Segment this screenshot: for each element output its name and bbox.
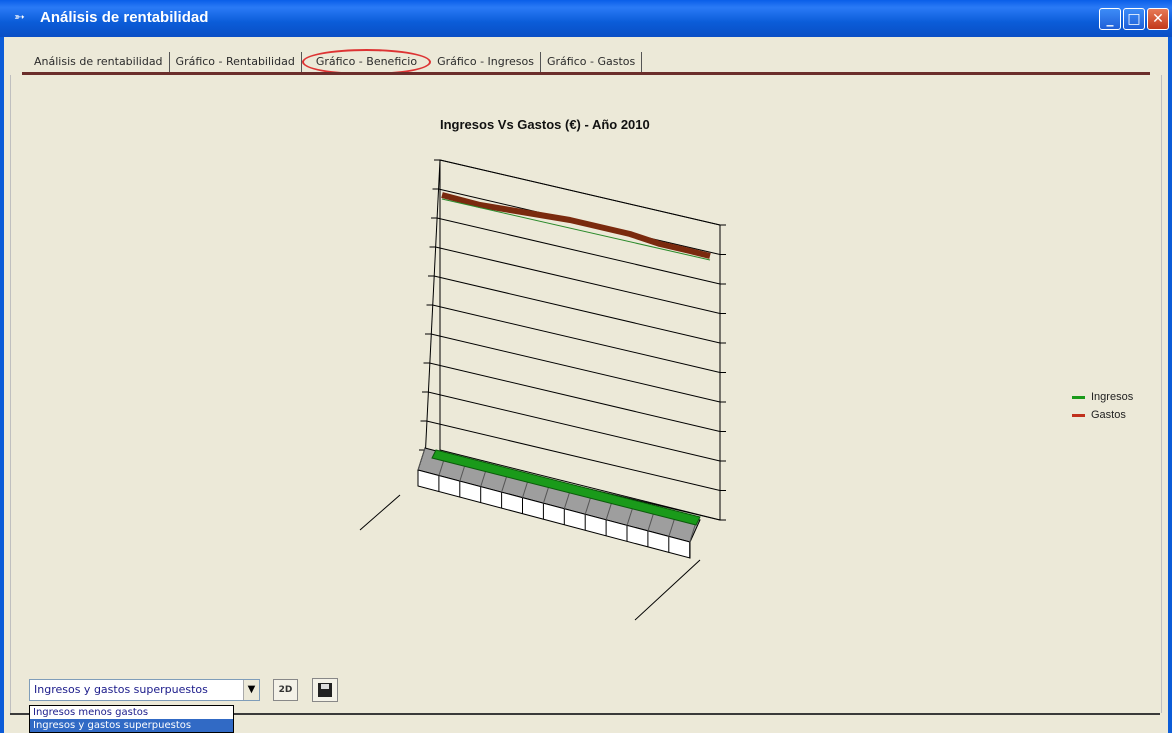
tab-grafico-rentabilidad[interactable]: Gráfico - Rentabilidad <box>170 52 302 72</box>
maximize-icon: □ <box>1127 11 1141 27</box>
legend-label-gastos: Gastos <box>1091 409 1126 421</box>
legend-label-ingresos: Ingresos <box>1091 391 1134 403</box>
save-button[interactable] <box>312 678 338 702</box>
chart-3d <box>359 159 726 621</box>
legend-item-gastos: Gastos <box>1072 406 1133 424</box>
tab-analisis-rentabilidad[interactable]: Análisis de rentabilidad <box>28 52 170 72</box>
app-icon: ➳ <box>14 10 25 25</box>
minimize-button[interactable]: _ <box>1099 8 1121 30</box>
toggle-2d-button[interactable]: 2D <box>273 679 298 701</box>
window-border-left <box>0 37 4 733</box>
tab-grafico-gastos[interactable]: Gráfico - Gastos <box>541 52 643 72</box>
chart-legend: Ingresos Gastos <box>1072 388 1133 424</box>
maximize-button[interactable]: □ <box>1123 8 1145 30</box>
tab-grafico-ingresos[interactable]: Gráfico - Ingresos <box>431 52 541 72</box>
view-mode-select[interactable]: Ingresos y gastos superpuestos <box>29 679 260 701</box>
close-button[interactable]: ✕ <box>1147 8 1169 30</box>
legend-swatch-gastos <box>1072 413 1085 417</box>
title-bar[interactable]: ➳ Análisis de rentabilidad _ □ ✕ <box>0 0 1172 37</box>
legend-item-ingresos: Ingresos <box>1072 388 1133 406</box>
chevron-down-icon[interactable]: ▼ <box>243 680 259 700</box>
legend-swatch-ingresos <box>1072 395 1085 399</box>
chart-left-axis <box>424 159 441 461</box>
window-title: Análisis de rentabilidad <box>40 9 209 26</box>
window-border-right <box>1168 37 1172 733</box>
application-window: ➳ Análisis de rentabilidad _ □ ✕ Análisi… <box>0 0 1172 733</box>
chart-front-axis-right <box>634 559 701 621</box>
tab-strip: Análisis de rentabilidad Gráfico - Renta… <box>28 49 643 75</box>
view-mode-dropdown-list: Ingresos menos gastos Ingresos y gastos … <box>29 705 234 733</box>
close-icon: ✕ <box>1152 11 1164 27</box>
floppy-disk-icon <box>318 683 332 697</box>
chart-title: Ingresos Vs Gastos (€) - Año 2010 <box>440 117 650 132</box>
dropdown-option[interactable]: Ingresos y gastos superpuestos <box>30 719 233 732</box>
chart-front-axis-left <box>359 494 401 531</box>
minimize-icon: _ <box>1106 11 1114 27</box>
dropdown-option[interactable]: Ingresos menos gastos <box>30 706 233 719</box>
